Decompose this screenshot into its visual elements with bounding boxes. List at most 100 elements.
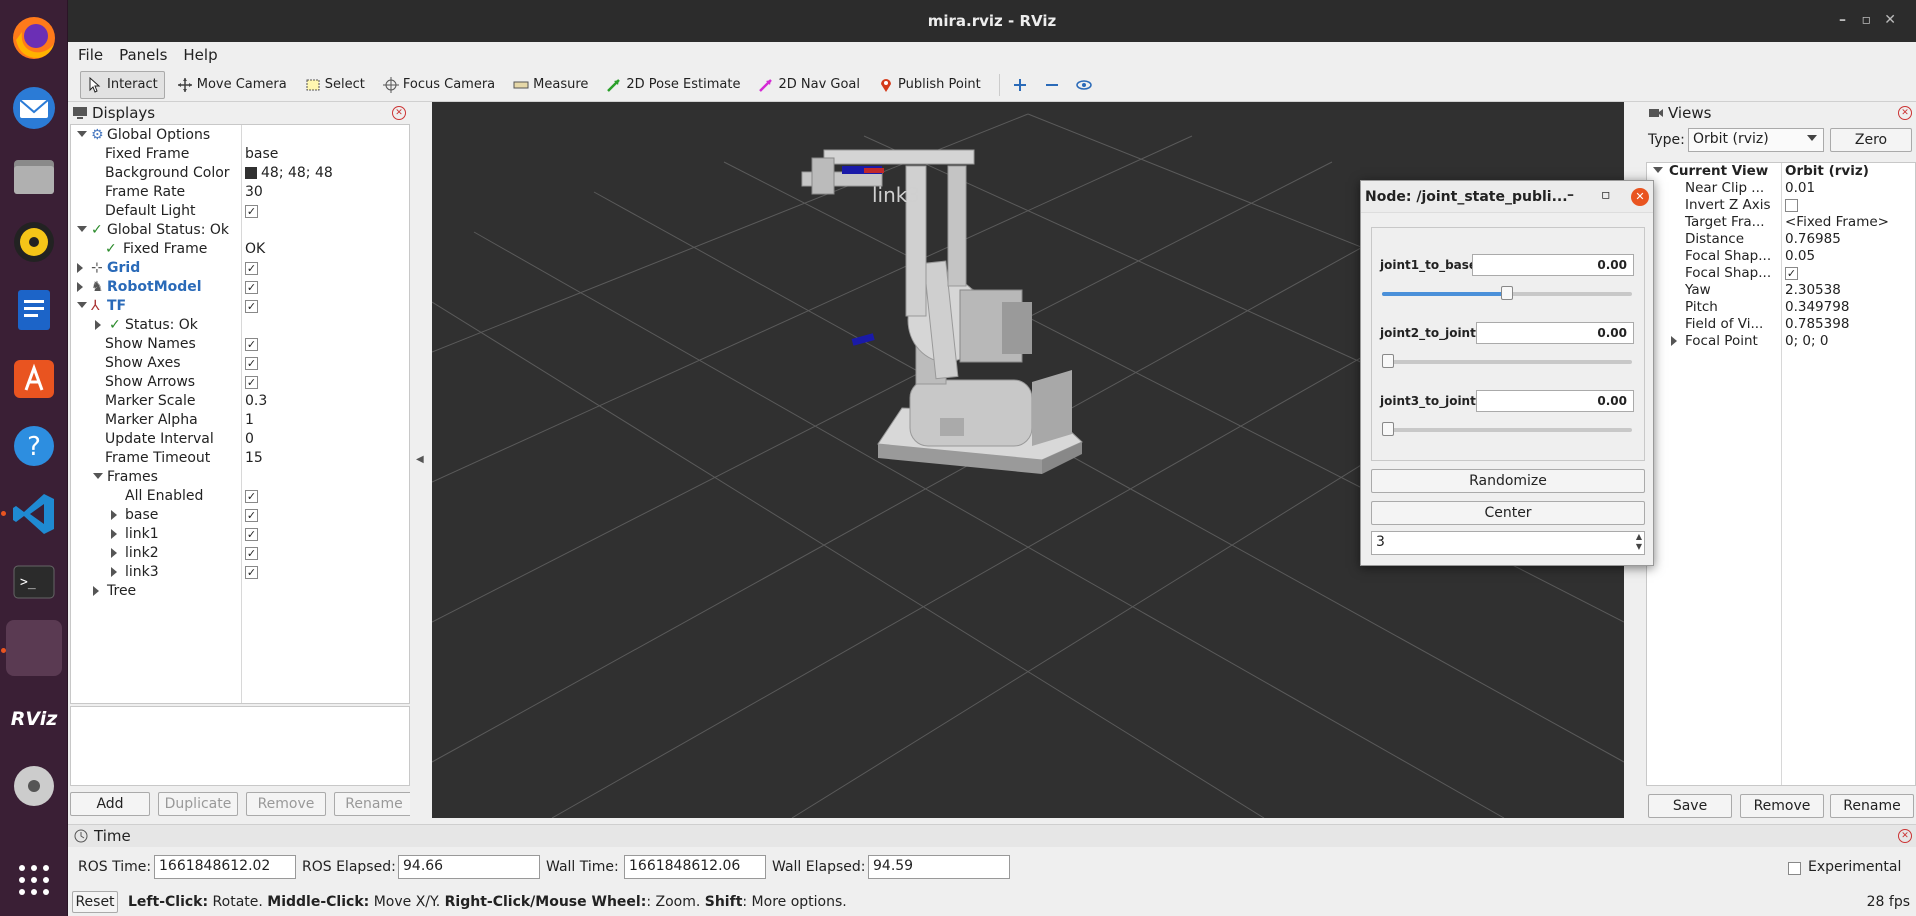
current-view-row[interactable]: Current View Orbit (rviz) [1647, 163, 1915, 180]
joint1-value[interactable]: 0.00 [1472, 254, 1634, 276]
rhythmbox-icon[interactable] [6, 214, 62, 270]
tree-row-status-fixed-frame[interactable]: ✓ Fixed Frame OK [71, 240, 409, 259]
rename-view-button[interactable]: Rename [1830, 794, 1914, 818]
thunderbird-icon[interactable] [6, 80, 62, 136]
joint1-slider[interactable] [1382, 286, 1632, 300]
pose-estimate-tool[interactable]: 2D Pose Estimate [600, 71, 746, 99]
tree-row-frames[interactable]: Frames [71, 468, 409, 487]
zero-button[interactable]: Zero [1830, 128, 1912, 152]
close-icon[interactable]: ✕ [1884, 12, 1896, 28]
tree-row-marker-scale[interactable]: Marker Scale 0.3 [71, 392, 409, 411]
app-center-icon[interactable] [6, 350, 62, 406]
grid-checkbox[interactable]: ✓ [245, 262, 258, 275]
tree-row-default-light[interactable]: Default Light ✓ [71, 202, 409, 221]
show-names-checkbox[interactable]: ✓ [245, 338, 258, 351]
tree-row-background-color[interactable]: Background Color 48; 48; 48 [71, 164, 409, 183]
default-light-checkbox[interactable]: ✓ [245, 205, 258, 218]
view-row-yaw[interactable]: Yaw 2.30538 [1647, 282, 1915, 299]
node-close-icon[interactable]: ✕ [1631, 188, 1649, 206]
eye-icon[interactable] [1070, 71, 1098, 99]
joint2-value[interactable]: 0.00 [1476, 322, 1634, 344]
minimize-icon[interactable]: – [1839, 12, 1846, 28]
move-camera-tool[interactable]: Move Camera [171, 71, 293, 99]
terminal-icon[interactable]: >_ [6, 554, 62, 610]
joint3-slider[interactable] [1382, 422, 1632, 436]
time-close-icon[interactable]: ✕ [1898, 829, 1912, 843]
view-row-pitch[interactable]: Pitch 0.349798 [1647, 299, 1915, 316]
dvd-icon[interactable] [6, 758, 62, 814]
randomize-button[interactable]: Randomize [1371, 469, 1645, 493]
base-checkbox[interactable]: ✓ [245, 509, 258, 522]
tree-row-tf-status[interactable]: ✓ Status: Ok [71, 316, 409, 335]
ros-elapsed-field[interactable]: 94.66 [398, 855, 540, 879]
view-row-invert-z[interactable]: Invert Z Axis [1647, 197, 1915, 214]
link1-checkbox[interactable]: ✓ [245, 528, 258, 541]
views-close-icon[interactable]: ✕ [1898, 106, 1912, 120]
help-icon[interactable]: ? [6, 418, 62, 474]
rename-display-button[interactable]: Rename [334, 792, 414, 816]
view-row-fov[interactable]: Field of Vi... 0.785398 [1647, 316, 1915, 333]
node-minimize-icon[interactable]: – [1567, 187, 1574, 203]
tree-row-frame-link2[interactable]: link2 ✓ [71, 544, 409, 563]
focus-camera-tool[interactable]: Focus Camera [377, 71, 501, 99]
all-enabled-checkbox[interactable]: ✓ [245, 490, 258, 503]
firefox-icon[interactable] [6, 10, 62, 66]
tree-row-frame-link3[interactable]: link3 ✓ [71, 563, 409, 582]
left-splitter[interactable]: ◀ [410, 102, 430, 822]
tree-row-show-names[interactable]: Show Names ✓ [71, 335, 409, 354]
focal-shape-checkbox[interactable]: ✓ [1785, 267, 1798, 280]
invert-z-checkbox[interactable] [1785, 199, 1798, 212]
link3-checkbox[interactable]: ✓ [245, 566, 258, 579]
show-arrows-checkbox[interactable]: ✓ [245, 376, 258, 389]
menu-help[interactable]: Help [183, 46, 217, 64]
active-app-slot[interactable] [6, 620, 62, 676]
tree-row-all-enabled[interactable]: All Enabled ✓ [71, 487, 409, 506]
tree-row-frame-rate[interactable]: Frame Rate 30 [71, 183, 409, 202]
joint2-slider-handle[interactable] [1382, 354, 1394, 368]
vscode-icon[interactable] [6, 486, 62, 542]
maximize-icon[interactable]: ▫ [1862, 12, 1872, 28]
tree-row-frame-timeout[interactable]: Frame Timeout 15 [71, 449, 409, 468]
duplicate-display-button[interactable]: Duplicate [158, 792, 238, 816]
tree-row-update-interval[interactable]: Update Interval 0 [71, 430, 409, 449]
tree-row-grid[interactable]: ⊹ Grid ✓ [71, 259, 409, 278]
tree-row-frame-link1[interactable]: link1 ✓ [71, 525, 409, 544]
show-apps-icon[interactable] [6, 852, 62, 908]
interact-tool[interactable]: Interact [80, 70, 165, 99]
tree-row-global-options[interactable]: ⚙ Global Options [71, 126, 409, 145]
view-row-target-frame[interactable]: Target Fra... <Fixed Frame> [1647, 214, 1915, 231]
select-tool[interactable]: Select [299, 71, 371, 99]
view-row-focal-point[interactable]: Focal Point 0; 0; 0 [1647, 333, 1915, 350]
files-icon[interactable] [6, 148, 62, 204]
add-tool-icon[interactable] [1006, 71, 1034, 99]
tree-row-fixed-frame[interactable]: Fixed Frame base [71, 145, 409, 164]
writer-icon[interactable] [6, 282, 62, 338]
reset-button[interactable]: Reset [72, 891, 118, 913]
show-axes-checkbox[interactable]: ✓ [245, 357, 258, 370]
remove-view-button[interactable]: Remove [1740, 794, 1824, 818]
row-count-spinbox[interactable]: 3 ▲ ▼ [1371, 531, 1645, 555]
view-row-distance[interactable]: Distance 0.76985 [1647, 231, 1915, 248]
save-view-button[interactable]: Save [1648, 794, 1732, 818]
publish-point-tool[interactable]: Publish Point [872, 71, 987, 99]
link2-checkbox[interactable]: ✓ [245, 547, 258, 560]
view-row-focal-shape-size[interactable]: Focal Shap... 0.05 [1647, 248, 1915, 265]
view-type-select[interactable]: Orbit (rviz) [1688, 128, 1824, 152]
menu-panels[interactable]: Panels [119, 46, 167, 64]
remove-tool-icon[interactable] [1038, 71, 1066, 99]
tree-row-marker-alpha[interactable]: Marker Alpha 1 [71, 411, 409, 430]
joint3-slider-handle[interactable] [1382, 422, 1394, 436]
joint2-slider[interactable] [1382, 354, 1632, 368]
wall-time-field[interactable]: 1661848612.06 [624, 855, 766, 879]
tree-row-tree[interactable]: Tree [71, 582, 409, 601]
remove-display-button[interactable]: Remove [246, 792, 326, 816]
view-row-near-clip[interactable]: Near Clip ... 0.01 [1647, 180, 1915, 197]
view-row-focal-shape-fixed[interactable]: Focal Shap... ✓ [1647, 265, 1915, 282]
node-maximize-icon[interactable]: ▫ [1601, 187, 1611, 203]
tree-row-robotmodel[interactable]: ♞ RobotModel ✓ [71, 278, 409, 297]
tf-checkbox[interactable]: ✓ [245, 300, 258, 313]
joint1-slider-handle[interactable] [1501, 286, 1513, 300]
rviz-icon[interactable]: RViz [6, 690, 62, 746]
menu-file[interactable]: File [78, 46, 103, 64]
tree-row-show-arrows[interactable]: Show Arrows ✓ [71, 373, 409, 392]
